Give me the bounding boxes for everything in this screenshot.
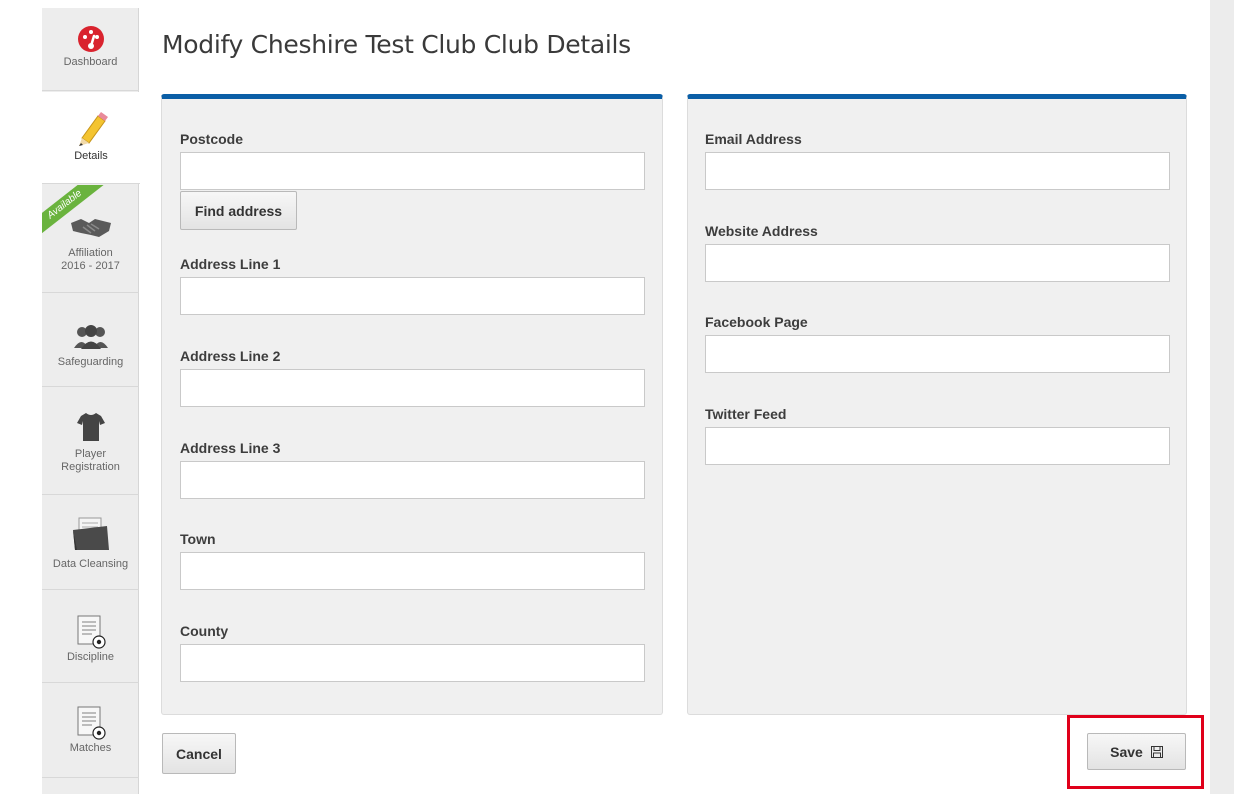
town-input[interactable] <box>180 552 645 590</box>
sidebar-item-label: Safeguarding <box>57 356 124 368</box>
sidebar-item-dashboard[interactable]: Dashboard <box>42 8 139 91</box>
page-title: Modify Cheshire Test Club Club Details <box>162 30 631 59</box>
shirt-icon <box>76 413 105 441</box>
sidebar-item-label: Data Cleansing <box>52 558 129 570</box>
sidebar-item-safeguarding[interactable]: Safeguarding <box>42 294 139 387</box>
save-highlight-box <box>1067 715 1204 789</box>
sidebar-item-label: Affiliation <box>68 247 113 259</box>
sidebar-item-label: Matches <box>69 742 112 754</box>
people-icon <box>73 325 108 349</box>
postcode-input[interactable] <box>180 152 645 190</box>
handshake-icon <box>70 219 111 237</box>
address-panel: Postcode Find address Address Line 1 Add… <box>161 94 663 715</box>
right-scroll-rail <box>1210 0 1234 794</box>
address-line-2-label: Address Line 2 <box>180 348 281 364</box>
pencil-icon <box>79 112 108 146</box>
sidebar-item-label: Player <box>74 448 107 460</box>
address-line-3-label: Address Line 3 <box>180 440 281 456</box>
address-line-2-input[interactable] <box>180 369 645 407</box>
email-address-label: Email Address <box>705 131 802 147</box>
sidebar-item-label: Dashboard <box>63 56 118 68</box>
left-rail <box>0 0 8 794</box>
sidebar-nav: Dashboard Details Available Affiliation … <box>42 8 140 794</box>
address-line-1-input[interactable] <box>180 277 645 315</box>
county-input[interactable] <box>180 644 645 682</box>
contact-panel: Email Address Website Address Facebook P… <box>687 94 1187 715</box>
website-address-label: Website Address <box>705 223 818 239</box>
address-line-3-input[interactable] <box>180 461 645 499</box>
county-label: County <box>180 623 229 639</box>
facebook-page-label: Facebook Page <box>705 314 808 330</box>
folder-icon <box>72 517 109 550</box>
facebook-page-input[interactable] <box>705 335 1170 373</box>
sidebar-item-player-registration[interactable]: Player Registration <box>42 388 139 495</box>
twitter-feed-label: Twitter Feed <box>705 406 787 422</box>
sidebar-item-matches[interactable]: Matches <box>42 684 139 778</box>
sidebar-item-label: Discipline <box>66 651 115 663</box>
sidebar-item-label: Registration <box>61 461 120 473</box>
page: Dashboard Details Available Affiliation … <box>0 0 1234 794</box>
cancel-button[interactable]: Cancel <box>162 733 236 774</box>
twitter-feed-input[interactable] <box>705 427 1170 465</box>
email-address-input[interactable] <box>705 152 1170 190</box>
sidebar-item-affiliation[interactable]: Available Affiliation 2016 - 2017 <box>42 185 139 293</box>
find-address-button[interactable]: Find address <box>180 191 297 230</box>
website-address-input[interactable] <box>705 244 1170 282</box>
town-label: Town <box>180 531 216 547</box>
sidebar-item-details[interactable]: Details <box>42 92 140 184</box>
document-ball-icon <box>77 706 106 740</box>
address-line-1-label: Address Line 1 <box>180 256 281 272</box>
sidebar-item-discipline[interactable]: Discipline <box>42 591 139 683</box>
document-ball-icon <box>77 615 106 649</box>
sidebar-item-data-cleansing[interactable]: Data Cleansing <box>42 496 139 590</box>
sidebar-item-label: Details <box>74 150 108 162</box>
sidebar-item-label: 2016 - 2017 <box>61 260 120 272</box>
postcode-label: Postcode <box>180 131 244 147</box>
dashboard-icon <box>77 26 104 52</box>
